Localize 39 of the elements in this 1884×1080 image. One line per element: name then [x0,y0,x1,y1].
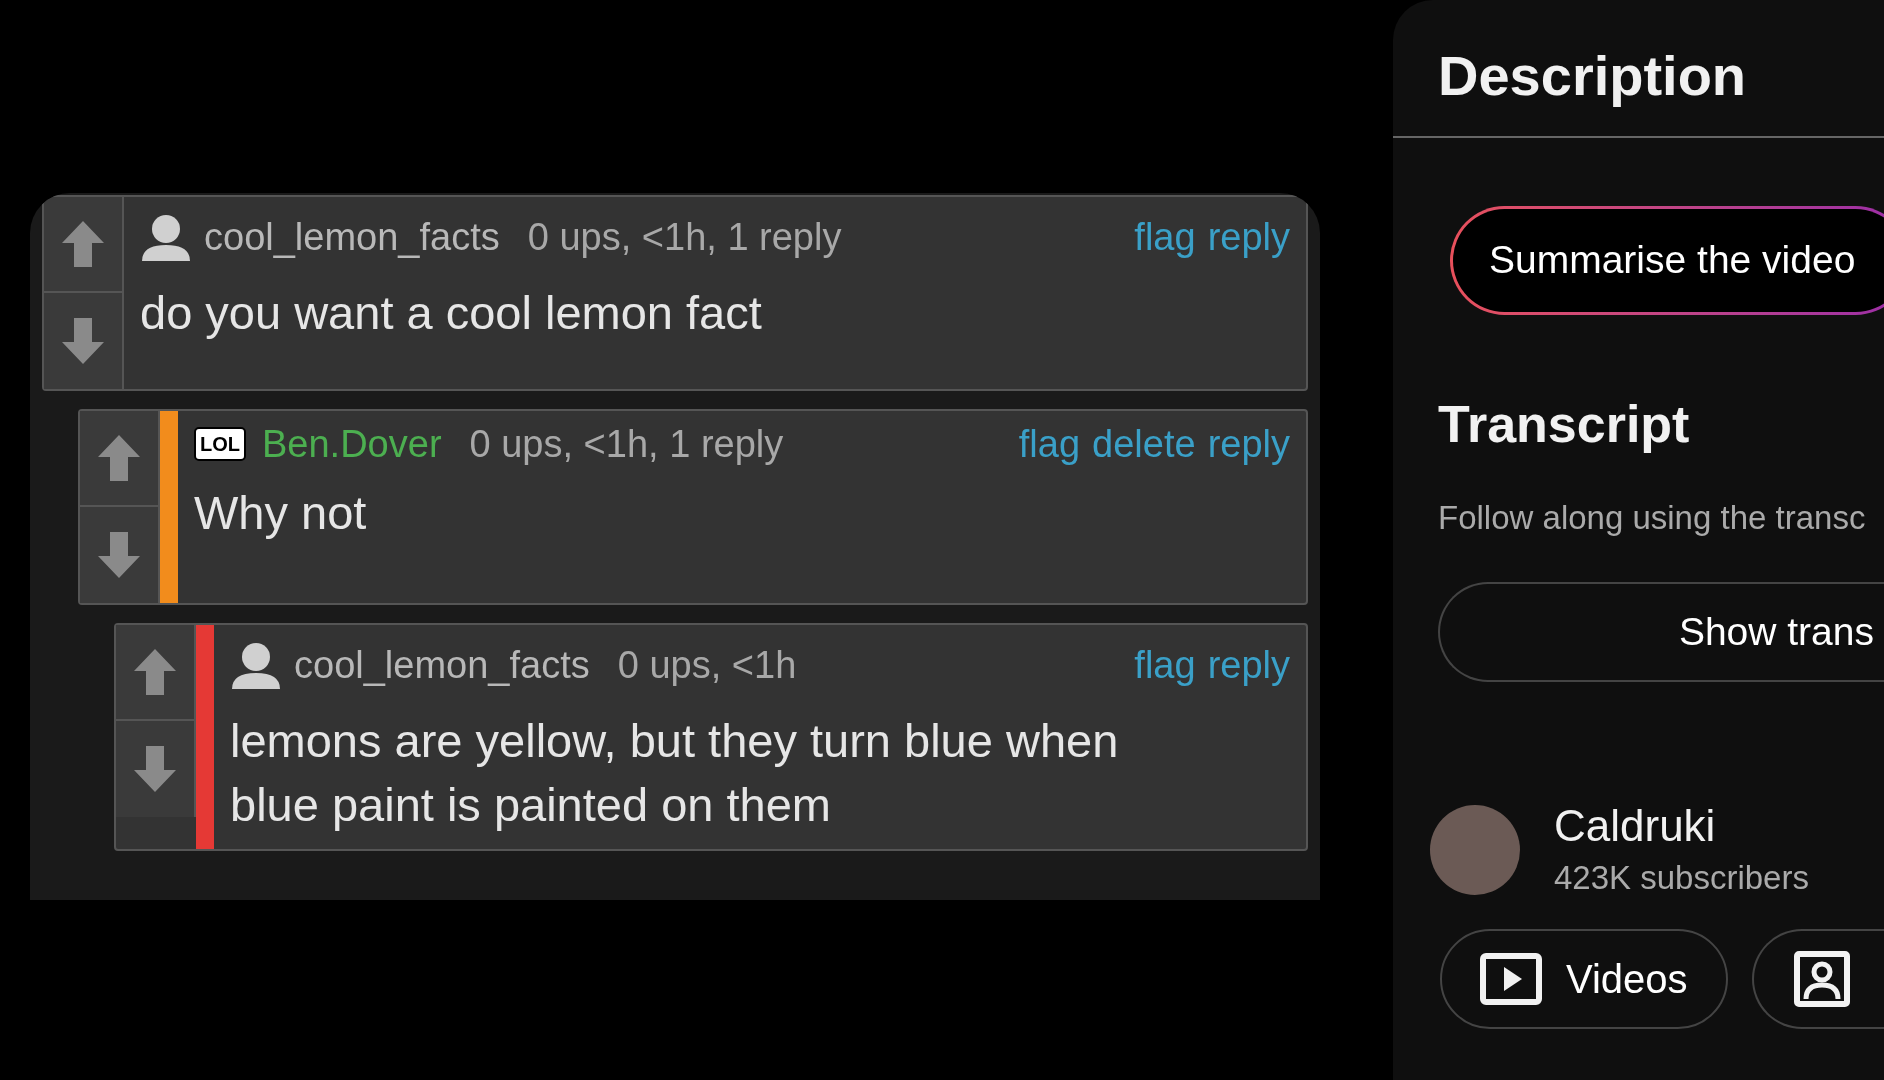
up-arrow-icon[interactable] [96,433,142,483]
comment-username[interactable]: Ben.Dover [262,425,442,463]
up-arrow-icon[interactable] [132,647,178,697]
comment-action-link[interactable]: flag [1134,646,1196,684]
section-heading: Transcript [1437,393,1691,455]
comment-action-link[interactable]: reply [1207,646,1290,684]
person-icon [1793,950,1850,1007]
comment-action-link[interactable]: flag [1018,425,1081,463]
comment-meta: 0 ups, <1h [617,646,797,684]
upvote-button[interactable] [80,411,160,507]
comment-action-link[interactable]: delete [1092,425,1196,463]
comment-text: lemons are yellow, but they turn blue when blue paint is painted on them [230,713,1120,833]
show-transcript-button[interactable]: Show trans [1438,582,1884,682]
comment-action-link[interactable]: flag [1134,218,1196,256]
down-arrow-icon[interactable] [60,316,106,366]
comment-action-link[interactable]: reply [1207,425,1290,463]
videos-button[interactable]: Videos [1440,928,1728,1029]
downvote-button[interactable] [80,507,160,603]
downvote-button[interactable] [44,293,124,389]
upvote-button[interactable] [44,197,124,293]
down-arrow-icon[interactable] [132,744,178,794]
up-arrow-icon[interactable] [60,219,106,269]
downvote-button[interactable] [116,721,196,817]
play-icon [1480,952,1542,1005]
summarise-button[interactable]: Summarise the video [1450,206,1884,315]
comment-meta: 0 ups, <1h, 1 reply [469,425,784,463]
comment-username[interactable]: cool_lemon_facts [204,218,500,256]
lol-speech-bubble-icon: LOL [194,427,246,461]
comment-text: do you want a cool lemon fact [140,285,763,341]
comment-action-link[interactable]: reply [1207,218,1290,256]
channel-name[interactable]: Caldruki [1554,798,1809,853]
comment-meta: 0 ups, <1h, 1 reply [527,218,842,256]
comment-username[interactable]: cool_lemon_facts [294,646,590,684]
down-arrow-icon[interactable] [96,530,142,580]
panel-heading: Description [1393,0,1884,138]
transcript-description: Follow along using the transc [1437,497,1867,538]
comment-text: Why not [194,485,368,541]
upvote-button[interactable] [116,625,196,721]
subscriber-count: 423K subscribers [1554,858,1809,898]
